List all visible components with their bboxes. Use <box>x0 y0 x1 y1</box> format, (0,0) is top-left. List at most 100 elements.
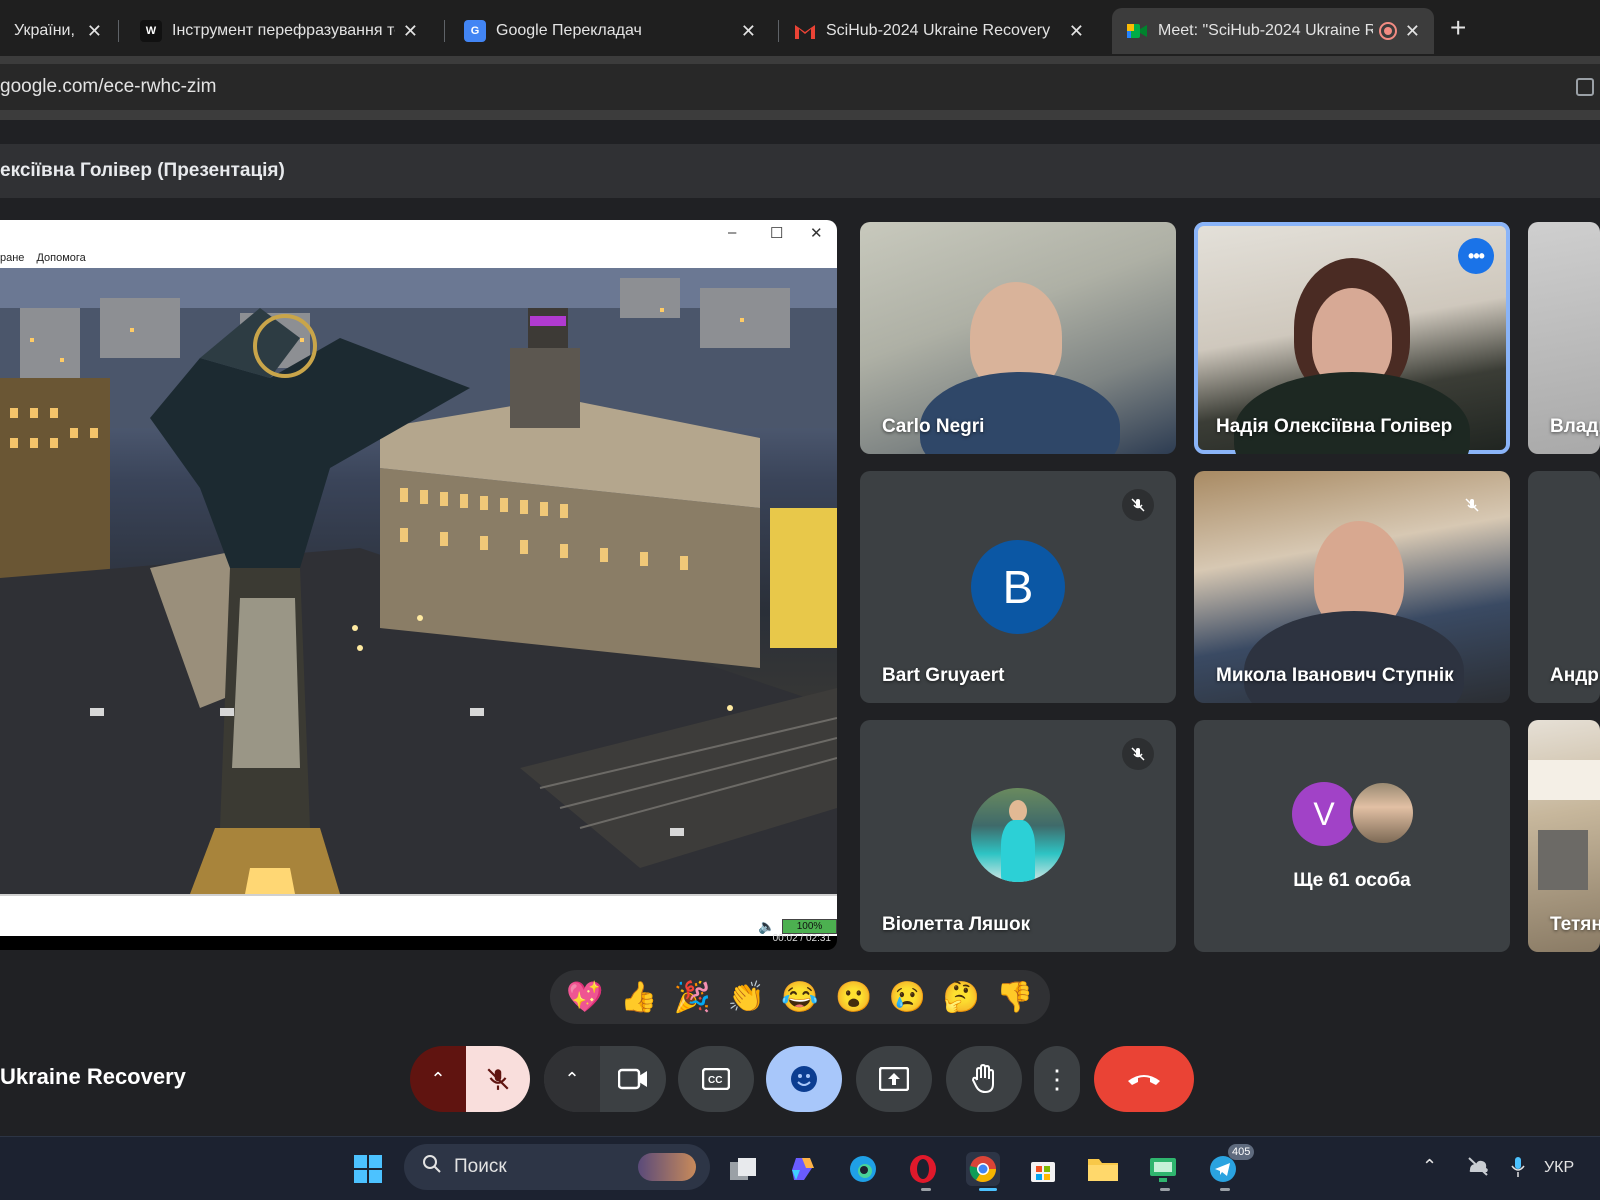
participant-tile[interactable]: Тетян <box>1528 720 1600 952</box>
input-language[interactable]: УКР <box>1544 1159 1574 1177</box>
reaction-laughing[interactable]: 😂 <box>781 980 818 1015</box>
close-icon[interactable]: ✕ <box>87 21 102 42</box>
kyiv-night-scene <box>0 268 837 894</box>
tab-ukraine[interactable]: України, с ✕ <box>0 8 116 54</box>
reaction-party-popper[interactable]: 🎉 <box>674 980 711 1015</box>
reaction-sparkling-heart[interactable]: 💖 <box>566 980 603 1015</box>
edge-icon[interactable] <box>846 1152 880 1186</box>
participant-video-body <box>1244 611 1464 703</box>
tab-gmail[interactable]: SciHub-2024 Ukraine Recovery ✕ <box>780 8 1098 54</box>
participant-tile[interactable]: Віолетта Ляшок <box>860 720 1176 952</box>
others-tile[interactable]: V Ще 61 особа <box>1194 720 1510 952</box>
opera-icon[interactable] <box>906 1152 940 1186</box>
participant-name: Віолетта Ляшок <box>882 914 1031 935</box>
participant-name: Надія Олексіївна Голівер <box>1216 416 1453 437</box>
telegram-unread-badge: 405 <box>1228 1144 1255 1160</box>
presenter-title: ексіївна Голівер (Презентація) <box>0 144 1600 198</box>
close-icon[interactable]: ✕ <box>403 21 418 42</box>
reaction-crying[interactable]: 😢 <box>889 980 926 1015</box>
end-call-button[interactable] <box>1094 1046 1194 1112</box>
url-text: google.com/ece-rwhc-zim <box>0 76 217 97</box>
participant-video-body <box>920 372 1120 454</box>
mic-toggle-button[interactable] <box>466 1046 530 1112</box>
file-explorer-icon[interactable] <box>1086 1152 1120 1186</box>
google-meet-icon <box>1126 20 1148 42</box>
more-options-button[interactable]: ⋮ <box>1034 1046 1080 1112</box>
participant-tile[interactable]: Влади <box>1528 222 1600 454</box>
menu-item[interactable]: ране <box>0 252 24 264</box>
reaction-thumbs-up[interactable]: 👍 <box>620 980 657 1015</box>
emoji-icon <box>791 1066 817 1092</box>
network-offline-icon[interactable] <box>1466 1156 1490 1181</box>
reaction-surprised[interactable]: 😮 <box>835 980 872 1015</box>
search-placeholder: Поиск <box>454 1156 507 1177</box>
participant-name: Bart Gruyaert <box>882 665 1005 686</box>
participant-video <box>1528 760 1600 800</box>
new-tab-button[interactable]: + <box>1450 12 1466 44</box>
close-icon[interactable]: ✕ <box>1405 21 1420 42</box>
raise-hand-button[interactable] <box>946 1046 1022 1112</box>
tab-paraphrase-tool[interactable]: W Інструмент перефразування тексту ✕ <box>126 8 432 54</box>
camera-control-group: ⌃ <box>544 1046 666 1112</box>
participant-tile[interactable]: Carlo Negri <box>860 222 1176 454</box>
more-options-icon[interactable]: ••• <box>1458 238 1494 274</box>
copilot-icon[interactable] <box>786 1152 820 1186</box>
participant-tile[interactable]: Микола Іванович Ступнік <box>1194 471 1510 703</box>
maximize-icon[interactable]: ☐ <box>770 224 783 242</box>
tab-divider <box>118 20 119 42</box>
microsoft-store-icon[interactable] <box>1026 1152 1060 1186</box>
svg-text:CC: CC <box>708 1075 722 1086</box>
mic-off-icon <box>487 1068 509 1090</box>
avatar: B <box>971 540 1065 634</box>
tab-divider <box>778 20 779 42</box>
volume-value: 100% <box>796 921 823 932</box>
reaction-thinking[interactable]: 🤔 <box>943 980 980 1015</box>
tab-title: України, с <box>14 22 79 39</box>
start-icon[interactable] <box>351 1152 385 1186</box>
menu-item[interactable]: Допомога <box>36 252 85 264</box>
minimize-icon[interactable]: – <box>728 224 736 241</box>
google-translate-icon: G <box>464 20 486 42</box>
taskbar-search[interactable]: Поиск <box>404 1144 710 1190</box>
participant-tile[interactable]: Андр <box>1528 471 1600 703</box>
tab-title: Інструмент перефразування тексту <box>172 22 395 39</box>
video-timecode: 00:02 / 02:31 <box>772 933 831 944</box>
camera-toggle-button[interactable] <box>600 1046 666 1112</box>
tab-google-translate[interactable]: G Google Перекладач ✕ <box>450 8 770 54</box>
gmail-icon <box>794 20 816 42</box>
present-screen-button[interactable] <box>856 1046 932 1112</box>
mic-off-icon <box>1456 489 1488 521</box>
running-indicator <box>1220 1188 1230 1191</box>
video-frame <box>0 268 837 894</box>
translate-page-icon[interactable] <box>1576 78 1594 96</box>
address-bar[interactable]: google.com/ece-rwhc-zim <box>0 64 1600 110</box>
captions-button[interactable]: CC <box>678 1046 754 1112</box>
tab-title: Meet: "SciHub-2024 Ukraine Recovery" <box>1158 22 1373 39</box>
microphone-icon[interactable] <box>1510 1156 1526 1183</box>
close-icon[interactable]: ✕ <box>741 21 756 42</box>
player-titlebar: – ☐ ✕ <box>0 220 837 248</box>
participant-tile[interactable]: B Bart Gruyaert <box>860 471 1176 703</box>
reactions-button[interactable] <box>766 1046 842 1112</box>
mic-off-icon <box>1122 489 1154 521</box>
participant-tile-active-speaker[interactable]: ••• Надія Олексіївна Голівер <box>1194 222 1510 454</box>
others-count: Ще 61 особа <box>1293 870 1411 891</box>
seek-bar[interactable] <box>0 894 837 916</box>
participant-name: Carlo Negri <box>882 416 985 437</box>
avatar <box>971 788 1065 882</box>
remote-desktop-icon[interactable] <box>1146 1152 1180 1186</box>
close-icon[interactable]: ✕ <box>1069 21 1084 42</box>
task-view-icon[interactable] <box>726 1152 760 1186</box>
show-hidden-icons-chevron-icon[interactable]: ⌃ <box>1422 1156 1437 1177</box>
search-highlight-icon <box>638 1153 696 1181</box>
reaction-thumbs-down[interactable]: 👎 <box>996 980 1033 1015</box>
wordvice-icon: W <box>140 20 162 42</box>
present-screen-icon <box>879 1067 909 1091</box>
volume-slider[interactable]: 100% <box>782 919 837 934</box>
reaction-clapping[interactable]: 👏 <box>728 980 765 1015</box>
camera-options-chevron-icon[interactable]: ⌃ <box>544 1046 600 1112</box>
mic-options-chevron-icon[interactable]: ⌃ <box>410 1046 466 1112</box>
tab-google-meet[interactable]: Meet: "SciHub-2024 Ukraine Recovery" ✕ <box>1112 8 1434 54</box>
close-icon[interactable]: ✕ <box>810 224 823 242</box>
chrome-icon[interactable] <box>966 1152 1000 1186</box>
